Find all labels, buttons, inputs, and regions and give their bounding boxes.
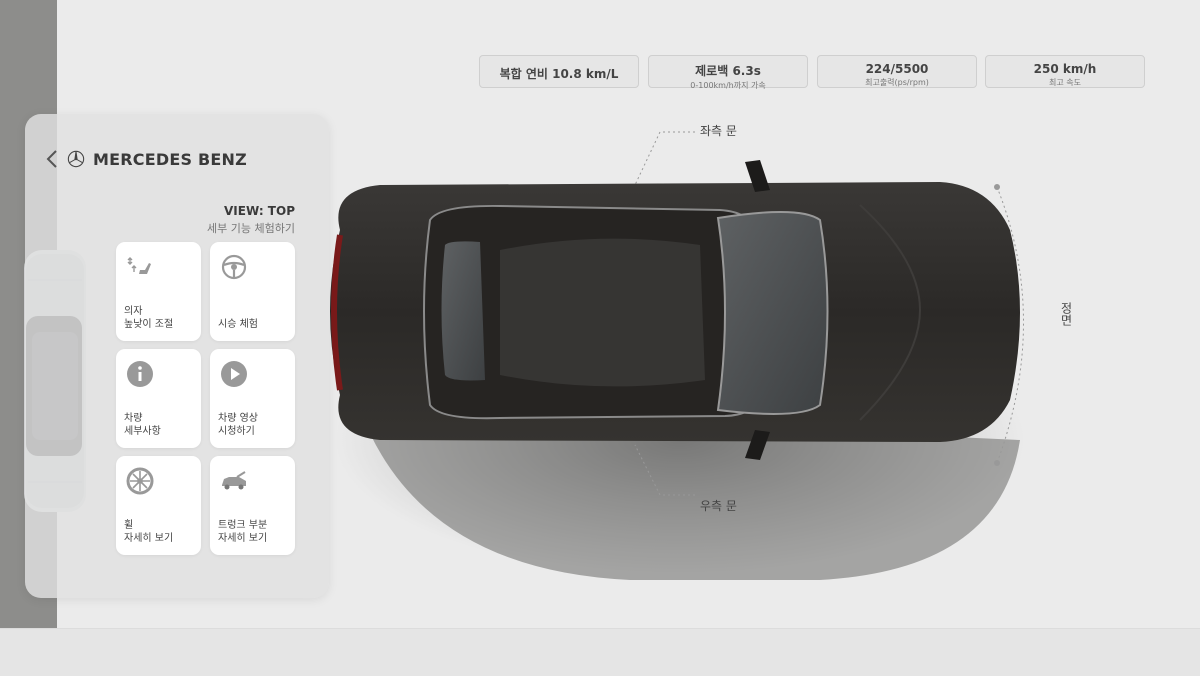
seat-adjust-icon bbox=[127, 257, 151, 274]
spec-sub: 최고출력(ps/rpm) bbox=[865, 78, 929, 87]
left-door-label[interactable]: 좌측 문 bbox=[700, 122, 737, 139]
mercedes-logo-icon bbox=[67, 150, 85, 168]
spec-fuel-efficiency: 복합 연비 10.8 km/L bbox=[479, 55, 639, 88]
floor bbox=[0, 628, 1200, 676]
feature-panel: MERCEDES BENZ VIEW: TOP 세부 기능 체험하기 의자 높낮… bbox=[25, 114, 329, 598]
info-icon bbox=[127, 361, 153, 387]
tile-test-drive[interactable]: 시승 체험 bbox=[210, 242, 295, 341]
car-trunk-icon bbox=[222, 471, 246, 490]
tile-label: 트렁크 부분 자세히 보기 bbox=[218, 520, 268, 544]
tile-label: 차량 세부사항 bbox=[124, 413, 161, 437]
tile-trunk-detail[interactable]: 트렁크 부분 자세히 보기 bbox=[210, 456, 295, 555]
view-subtitle: 세부 기능 체험하기 bbox=[207, 222, 295, 235]
play-icon bbox=[221, 361, 247, 387]
tile-watch-video[interactable]: 차량 영상 시청하기 bbox=[210, 349, 295, 448]
spec-main: 250 km/h bbox=[1033, 62, 1097, 76]
brand-name: MERCEDES BENZ bbox=[93, 149, 247, 169]
panel-header: MERCEDES BENZ bbox=[45, 148, 247, 170]
right-door-label[interactable]: 우측 문 bbox=[700, 497, 737, 514]
spec-main: 224/5500 bbox=[865, 62, 929, 76]
spec-acceleration: 제로백 6.3s 0-100km/h까지 가속 bbox=[648, 55, 808, 90]
tile-label: 시승 체험 bbox=[218, 319, 258, 330]
spec-sub: 0-100km/h까지 가속 bbox=[690, 81, 766, 90]
tile-vehicle-details[interactable]: 차량 세부사항 bbox=[116, 349, 201, 448]
view-label: VIEW: TOP bbox=[224, 204, 295, 218]
spec-main: 제로백 6.3s bbox=[695, 64, 761, 78]
tile-wheel-detail[interactable]: 휠 자세히 보기 bbox=[116, 456, 201, 555]
spec-top-speed: 250 km/h 최고 속도 bbox=[985, 55, 1145, 88]
spec-sub: 최고 속도 bbox=[1049, 78, 1081, 87]
callout-lines bbox=[634, 131, 1024, 496]
steering-wheel-icon bbox=[221, 254, 247, 280]
wheel-icon bbox=[126, 467, 154, 495]
tile-label: 차량 영상 시청하기 bbox=[218, 413, 258, 437]
back-arrow-icon[interactable] bbox=[45, 148, 59, 170]
spec-power: 224/5500 최고출력(ps/rpm) bbox=[817, 55, 977, 88]
tile-seat-adjust[interactable]: 의자 높낮이 조절 bbox=[116, 242, 201, 341]
tile-label: 휠 자세히 보기 bbox=[124, 520, 174, 544]
spec-main: 복합 연비 10.8 km/L bbox=[499, 67, 619, 81]
front-label[interactable]: 정면 bbox=[1058, 302, 1075, 326]
tile-label: 의자 높낮이 조절 bbox=[124, 306, 174, 330]
